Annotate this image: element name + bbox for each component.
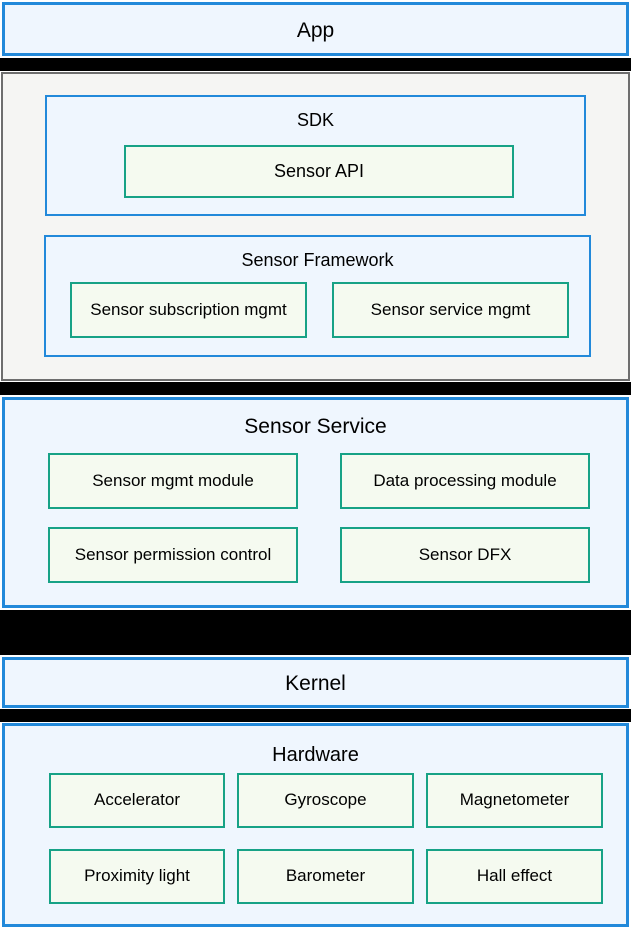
module-accelerator[interactable]: Accelerator — [49, 773, 225, 828]
architecture-diagram: App SDK Sensor API Sensor Framework Sens… — [0, 0, 631, 929]
module-gyroscope-label: Gyroscope — [284, 790, 367, 810]
module-sensor-service-mgmt-label: Sensor service mgmt — [370, 299, 531, 319]
layer-hardware-title: Hardware — [272, 744, 359, 766]
sublayer-sensor-framework-title: Sensor Framework — [241, 250, 394, 270]
module-sensor-subscription-mgmt[interactable]: Sensor subscription mgmt — [70, 282, 307, 338]
separator-kernel-hardware — [0, 709, 631, 722]
module-sensor-subscription-mgmt-label: Sensor subscription mgmt — [90, 299, 287, 319]
module-proximity-light[interactable]: Proximity light — [49, 849, 225, 904]
module-data-processing-module-label: Data processing module — [373, 470, 557, 490]
module-sensor-mgmt-module[interactable]: Sensor mgmt module — [48, 453, 298, 509]
layer-sensor-service-title: Sensor Service — [244, 415, 387, 438]
module-sensor-permission-control[interactable]: Sensor permission control — [48, 527, 298, 583]
module-barometer-label: Barometer — [285, 866, 366, 886]
module-gyroscope[interactable]: Gyroscope — [237, 773, 414, 828]
module-sensor-permission-control-label: Sensor permission control — [74, 544, 272, 564]
separator-service-kernel — [0, 610, 631, 655]
layer-app[interactable]: App — [2, 2, 629, 56]
module-barometer[interactable]: Barometer — [237, 849, 414, 904]
module-accelerator-label: Accelerator — [94, 790, 180, 810]
module-hall-effect-label: Hall effect — [476, 866, 553, 886]
module-sensor-dfx[interactable]: Sensor DFX — [340, 527, 590, 583]
module-data-processing-module[interactable]: Data processing module — [340, 453, 590, 509]
module-sensor-service-mgmt[interactable]: Sensor service mgmt — [332, 282, 569, 338]
layer-kernel[interactable]: Kernel — [2, 657, 629, 708]
sublayer-sdk-title: SDK — [296, 110, 334, 130]
module-sensor-dfx-label: Sensor DFX — [418, 544, 512, 564]
module-magnetometer[interactable]: Magnetometer — [426, 773, 603, 828]
module-proximity-light-label: Proximity light — [84, 866, 190, 886]
module-sensor-api[interactable]: Sensor API — [124, 145, 514, 198]
module-sensor-mgmt-module-label: Sensor mgmt module — [92, 470, 254, 490]
separator-framework-service — [0, 382, 631, 395]
module-sensor-api-label: Sensor API — [273, 160, 365, 181]
module-magnetometer-label: Magnetometer — [459, 790, 570, 810]
layer-app-title: App — [296, 19, 335, 42]
module-hall-effect[interactable]: Hall effect — [426, 849, 603, 904]
separator-app-framework — [0, 58, 631, 71]
layer-kernel-title: Kernel — [285, 672, 346, 695]
